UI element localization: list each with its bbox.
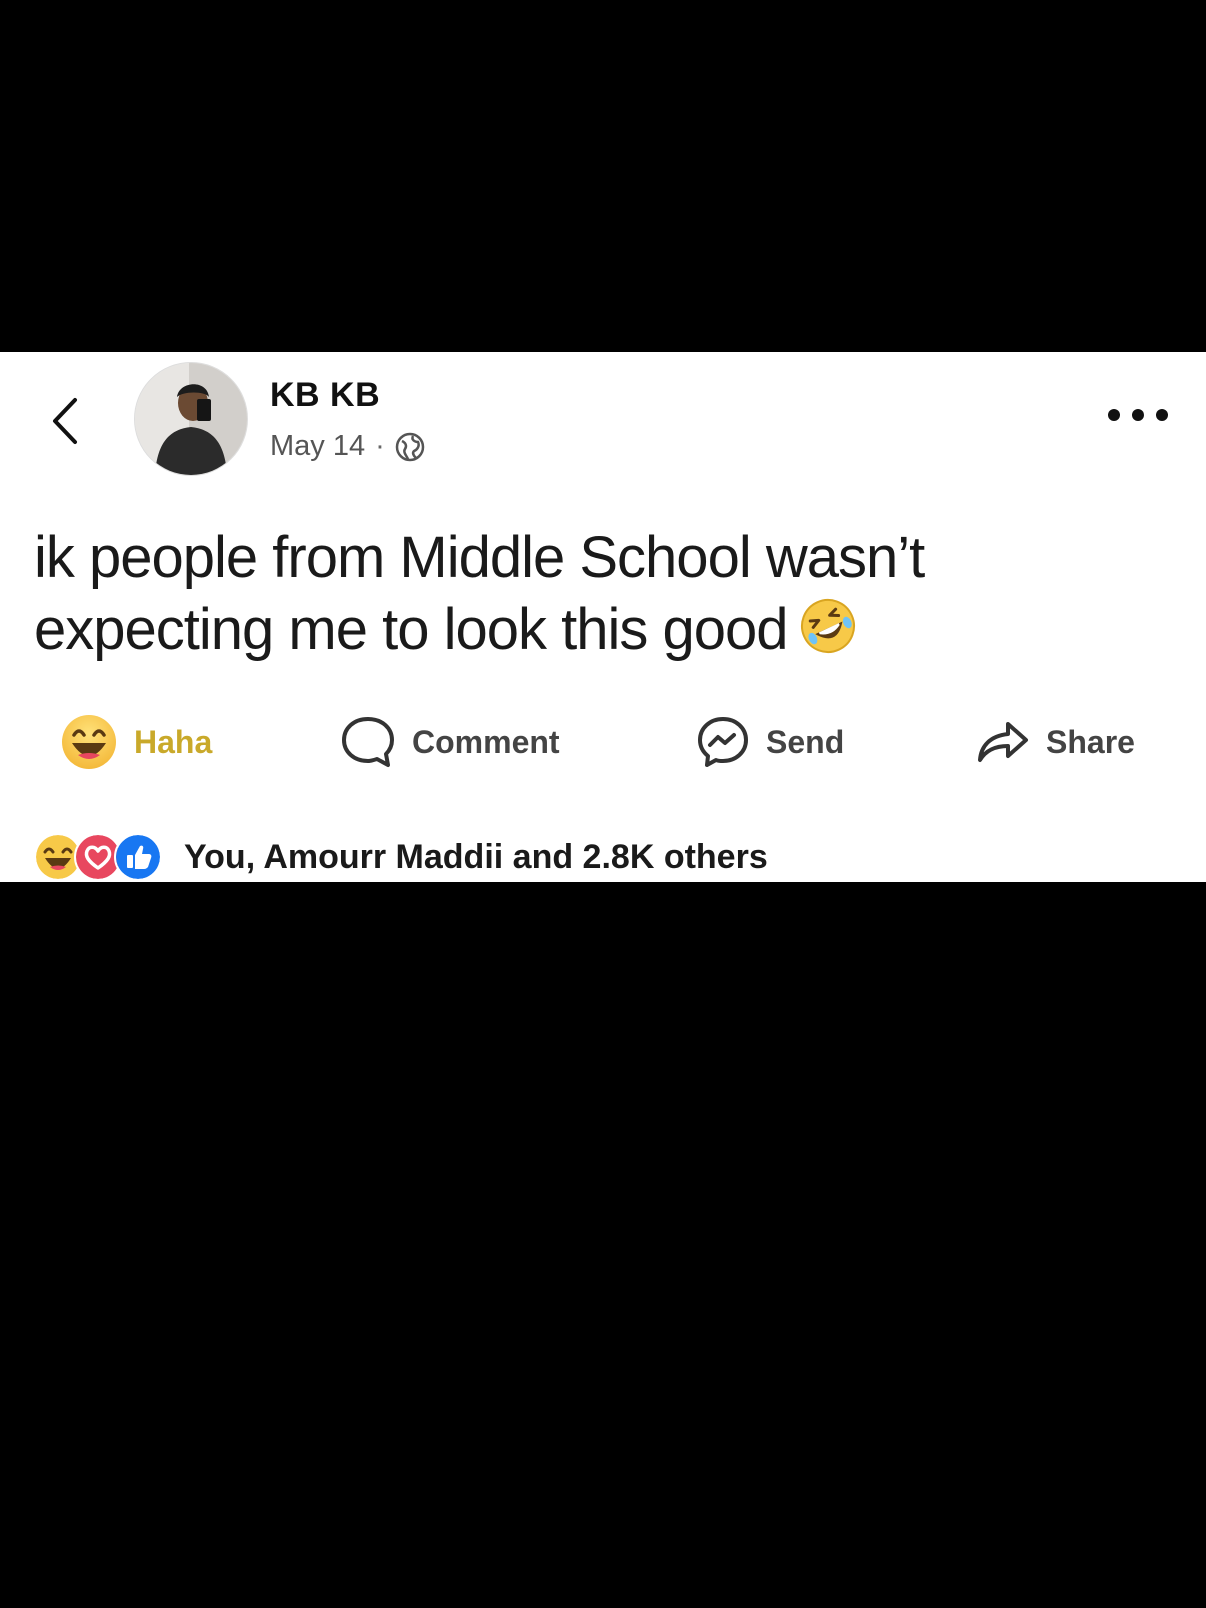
more-horizontal-icon [1108, 409, 1120, 421]
post-date[interactable]: May 14 [270, 430, 365, 463]
send-button[interactable]: Send [696, 712, 844, 772]
comment-icon [342, 717, 394, 767]
globe-icon [395, 432, 425, 461]
post-actions: Haha Comment Send Share [0, 712, 1206, 772]
share-button[interactable]: Share [976, 712, 1135, 772]
like-icon [114, 833, 162, 881]
haha-label: Haha [134, 723, 213, 760]
comment-button[interactable]: Comment [340, 712, 560, 772]
reactions-summary[interactable]: You, Amourr Maddii and 2.8K others [34, 832, 768, 882]
avatar[interactable] [134, 362, 248, 476]
post-text: ik people from Middle School wasn’t expe… [34, 525, 925, 662]
more-options-button[interactable] [1108, 400, 1168, 430]
reaction-icons [34, 833, 162, 881]
author-name[interactable]: KB KB [270, 376, 380, 415]
comment-label: Comment [412, 723, 560, 760]
share-label: Share [1046, 723, 1135, 760]
chevron-left-icon [53, 398, 77, 444]
back-button[interactable] [44, 396, 84, 446]
messenger-icon [698, 717, 748, 767]
haha-reaction-button[interactable]: Haha [60, 712, 212, 772]
reactions-summary-text[interactable]: You, Amourr Maddii and 2.8K others [184, 838, 768, 877]
rolling-on-floor-laughing-icon [799, 597, 857, 672]
post-body: ik people from Middle School wasn’t expe… [34, 522, 1164, 672]
haha-icon [62, 715, 116, 769]
meta-separator: · [375, 430, 385, 462]
share-arrow-icon [978, 722, 1028, 762]
post-meta: May 14 · [270, 430, 425, 463]
send-label: Send [766, 723, 845, 760]
